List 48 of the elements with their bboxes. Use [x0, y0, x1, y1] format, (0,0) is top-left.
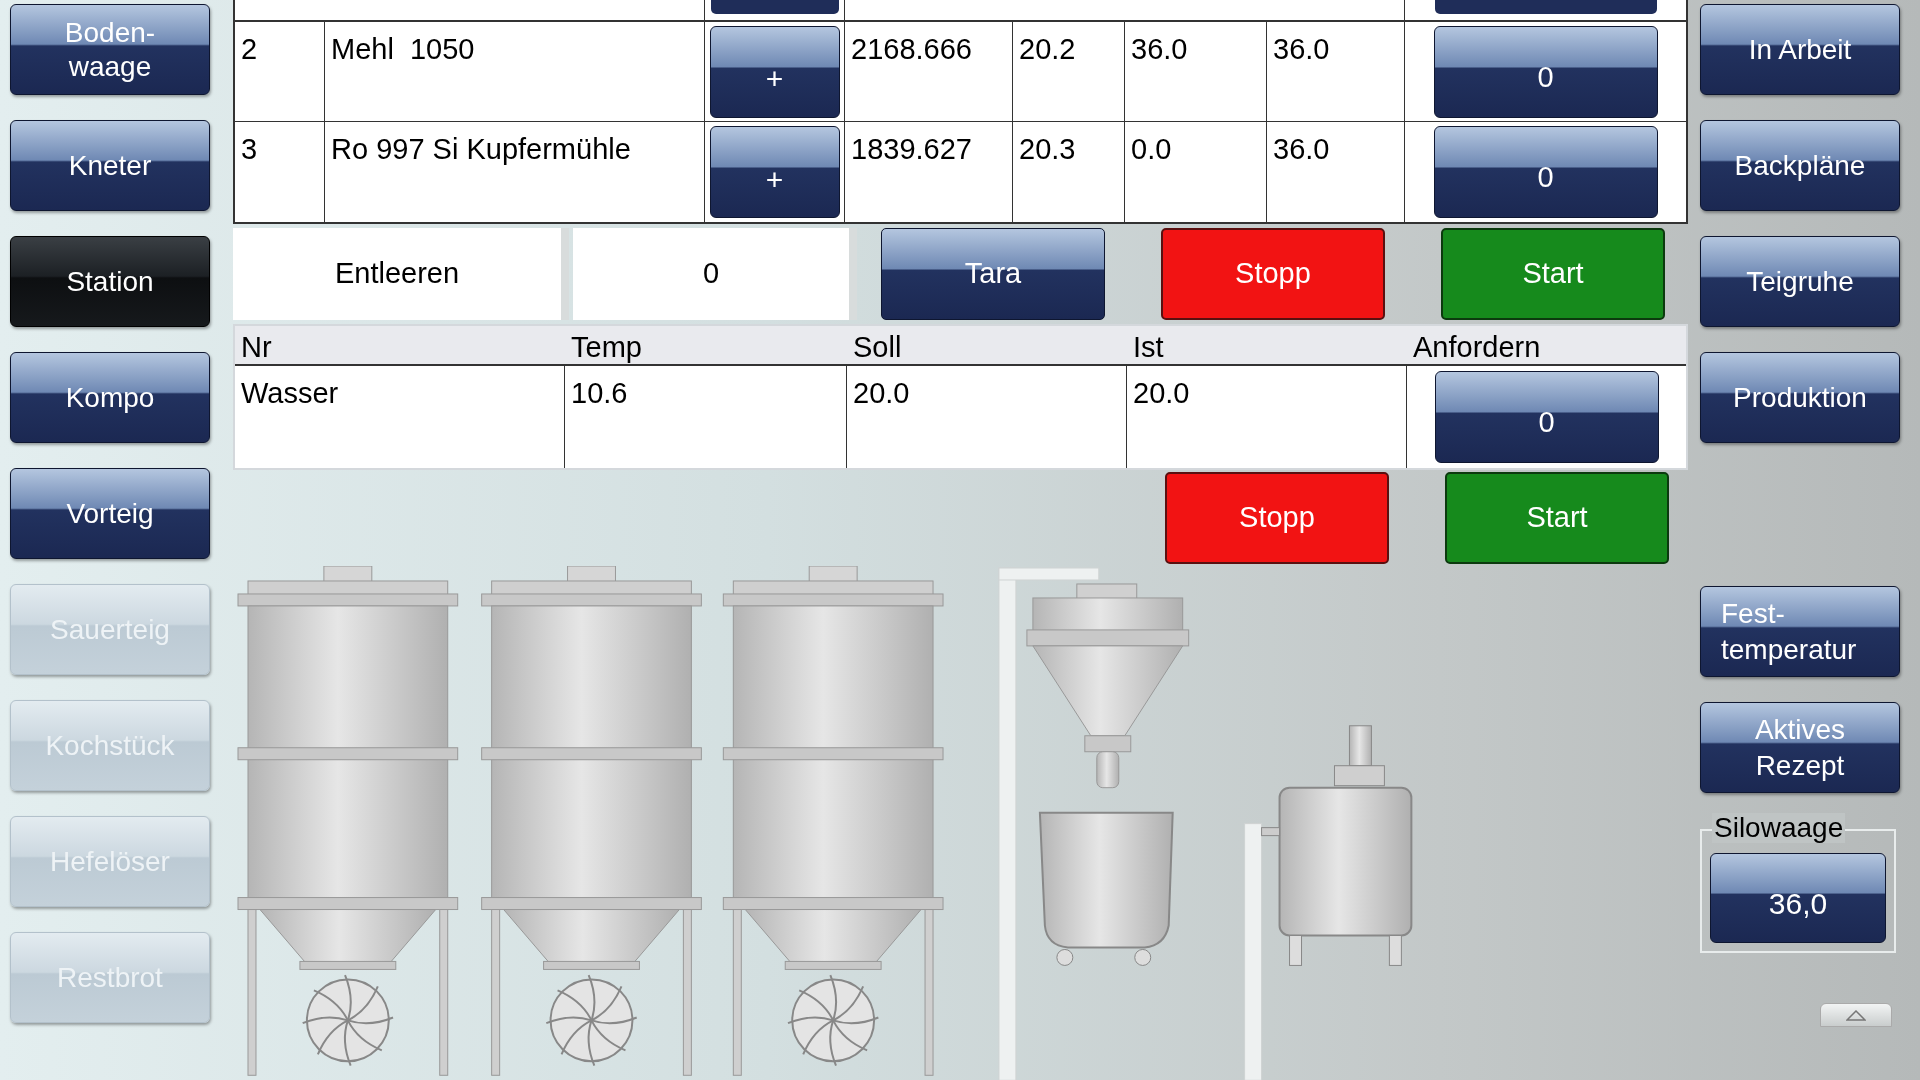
tare-button[interactable]: Tara — [881, 227, 1105, 320]
table-cell: Wasser — [241, 376, 339, 409]
nav-button[interactable]: Teigruhe — [1700, 236, 1900, 327]
stop-button[interactable]: Stopp — [1165, 471, 1389, 564]
plus-button[interactable]: + — [709, 25, 840, 118]
start-button[interactable]: Start — [1445, 471, 1669, 564]
request-button[interactable]: 0 — [1434, 370, 1659, 463]
nav-button[interactable]: In Arbeit — [1700, 4, 1900, 95]
nav-button[interactable]: Boden- waage — [10, 4, 210, 95]
stop-button[interactable]: Stopp — [1161, 227, 1385, 320]
table-cell: 20.3 — [1019, 133, 1076, 165]
table-cell: Ro 997 Si Kupfermühle — [331, 133, 631, 165]
request-button[interactable]: 0 — [1433, 126, 1658, 218]
up-triangle-icon — [1846, 1009, 1866, 1021]
table-cell: 2168.666 — [851, 33, 972, 65]
table-cell: 36.0 — [1131, 33, 1188, 65]
table-cell: 10.6 — [571, 376, 628, 409]
scroll-up-button[interactable] — [1820, 1003, 1892, 1027]
table-cell: Mehl 1050 — [331, 33, 475, 65]
column-header: Nr — [241, 330, 272, 363]
table-cell: 20.0 — [853, 376, 910, 409]
nav-button[interactable]: Aktives Rezept — [1700, 702, 1900, 793]
empty-label: Entleeren — [233, 227, 569, 320]
nav-button[interactable]: Fest- temperatur — [1700, 586, 1900, 677]
column-header: Ist — [1133, 330, 1164, 363]
column-header: Anfordern — [1413, 330, 1541, 363]
table-cell: 20.0 — [1133, 376, 1190, 409]
table-cell: 36.0 — [1273, 133, 1330, 165]
empty-value-field[interactable]: 0 — [573, 227, 857, 320]
table-cell: 3 — [241, 133, 258, 165]
nav-button[interactable]: Produktion — [1700, 352, 1900, 443]
nav-button[interactable]: Station — [10, 236, 210, 327]
panel-title: Silowaage — [1712, 813, 1846, 843]
table-cell: 36.0 — [1273, 33, 1330, 65]
table-cell: 0.0 — [1131, 133, 1172, 165]
scale-value-button[interactable]: 36,0 — [1710, 853, 1886, 943]
request-button[interactable]: 0 — [1433, 25, 1658, 118]
start-button[interactable]: Start — [1441, 227, 1665, 320]
column-header: Soll — [853, 330, 902, 363]
table-cell: 20.2 — [1019, 33, 1076, 65]
table-cell: 2 — [241, 33, 258, 65]
table-cell: 1839.627 — [851, 133, 972, 165]
nav-button[interactable]: Vorteig — [10, 468, 210, 559]
plus-button[interactable]: + — [709, 126, 840, 218]
nav-button[interactable]: Kompo — [10, 352, 210, 443]
column-header: Temp — [571, 330, 642, 363]
nav-button[interactable]: Kneter — [10, 120, 210, 211]
nav-button[interactable]: Backpläne — [1700, 120, 1900, 211]
